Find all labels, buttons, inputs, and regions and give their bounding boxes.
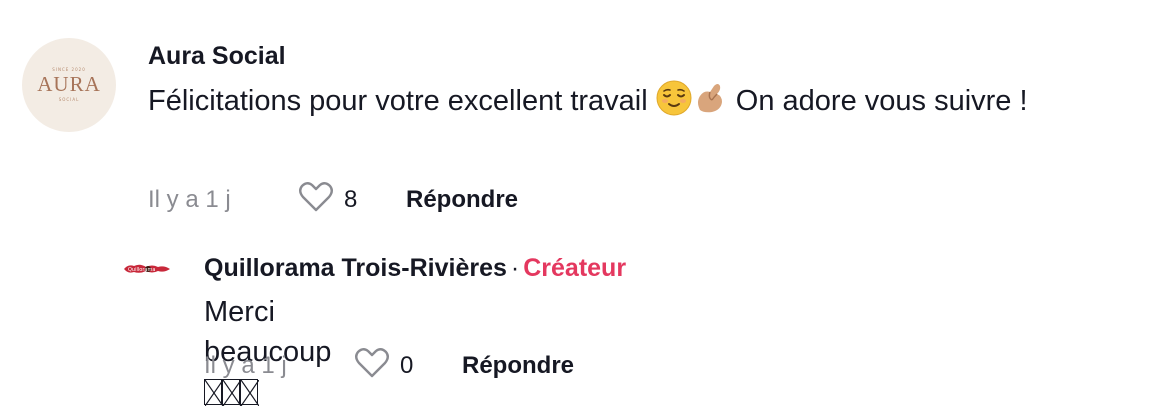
comment-meta: Il y a 1 j 8 Répondre	[148, 180, 518, 220]
pinching-hand-icon	[692, 80, 728, 128]
reply-like-count: 0	[400, 352, 414, 379]
reply-separator: ·	[510, 254, 520, 282]
reply-timestamp: Il y a 1 j	[204, 352, 287, 379]
comment-username[interactable]: Aura Social	[148, 42, 286, 71]
reply-avatar[interactable]: Quillorama	[122, 262, 172, 276]
reply-username[interactable]: Quillorama Trois-Rivières	[204, 254, 507, 282]
reply-like-button[interactable]: 0	[354, 347, 454, 386]
reply-reply-button[interactable]: Répondre	[462, 352, 574, 380]
comment-timestamp: Il y a 1 j	[148, 186, 231, 213]
reply-button[interactable]: Répondre	[406, 186, 518, 214]
reply-meta: Il y a 1 j 0 Répondre	[204, 346, 574, 386]
reply-username-row: Quillorama Trois-Rivières · Créateur	[204, 254, 626, 283]
creator-badge: Créateur	[523, 254, 627, 282]
heart-icon[interactable]	[298, 181, 334, 220]
relieved-face-icon	[656, 80, 692, 128]
like-count: 8	[344, 186, 358, 213]
reply-avatar-label: Quillorama	[128, 267, 155, 273]
heart-icon[interactable]	[354, 347, 390, 386]
comment-text-part2: On adore vous suivre !	[727, 85, 1028, 117]
avatar[interactable]: SINCE 2020 AURA SOCIAL	[22, 38, 116, 132]
like-button[interactable]: 8	[298, 181, 398, 220]
avatar-brand-sub: SOCIAL	[58, 97, 80, 102]
comment-text-part1: Félicitations pour votre excellent trava…	[148, 85, 656, 117]
comment-text: Félicitations pour votre excellent trava…	[148, 80, 1148, 128]
avatar-brand: AURA	[37, 72, 101, 96]
